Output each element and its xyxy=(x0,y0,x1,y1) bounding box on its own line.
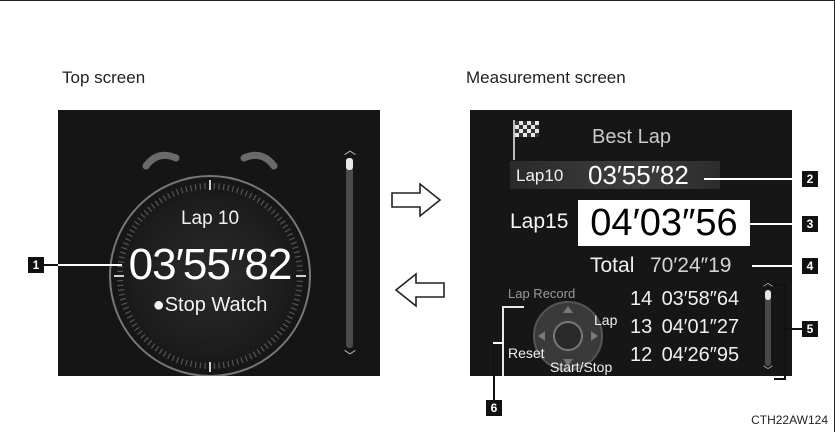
caption-top-screen: Top screen xyxy=(62,68,146,87)
chevron-down-icon[interactable]: ﹀ xyxy=(344,350,356,362)
callout-6: 6 xyxy=(486,400,502,416)
callout-3: 3 xyxy=(802,216,818,232)
record-scrollbar-track[interactable] xyxy=(765,290,771,366)
lap-record-time: 04′01″27 xyxy=(661,316,740,338)
scrollbar-track[interactable] xyxy=(346,158,353,348)
caption-measurement-screen: Measurement screen xyxy=(466,68,626,87)
callout-1: 1 xyxy=(28,257,44,273)
lap-record-row: 14 03′58″64 xyxy=(630,288,739,311)
measurement-screen: Best Lap Lap10 03′55″82 Lap15 04′03″56 T… xyxy=(470,110,792,376)
document-code: CTH22AW124 xyxy=(751,413,828,427)
lap-record-row: 13 04′01″27 xyxy=(630,316,739,339)
chevron-down-icon[interactable]: ﹀ xyxy=(762,366,774,376)
leader-6-top xyxy=(493,342,503,344)
scrollbar-thumb[interactable] xyxy=(346,158,353,170)
best-lap-time: 03′55″82 xyxy=(588,160,689,190)
controls-bracket xyxy=(502,306,524,376)
best-lap-number: Lap10 xyxy=(516,166,564,185)
record-bracket xyxy=(774,284,786,380)
leader-4 xyxy=(752,265,802,267)
lap-record-number: 12 xyxy=(630,344,653,366)
left-bell xyxy=(142,151,180,170)
callout-4: 4 xyxy=(802,258,818,274)
top-lap-time: 03′55″82 xyxy=(128,240,293,289)
record-scrollbar-thumb[interactable] xyxy=(765,290,771,300)
right-bell xyxy=(240,151,278,170)
chevron-up-icon[interactable]: ︿ xyxy=(762,278,774,290)
stopwatch-button[interactable]: ●Stop Watch xyxy=(130,294,290,317)
callout-5: 5 xyxy=(802,321,818,337)
leader-6 xyxy=(493,342,495,400)
top-screen: Lap 10 03′55″82 ●Stop Watch ︿ ﹀ xyxy=(58,110,380,376)
leader-1 xyxy=(58,264,122,266)
leader-5 xyxy=(784,328,802,330)
lap-record-row: 12 04′26″95 xyxy=(630,344,739,367)
best-lap-heading: Best Lap xyxy=(592,126,671,148)
arrow-left-icon xyxy=(394,272,445,308)
total-label: Total xyxy=(590,254,635,277)
current-lap-number: Lap15 xyxy=(510,210,569,233)
current-lap-time: 04′03″56 xyxy=(590,202,738,244)
lap-control-label[interactable]: Lap xyxy=(594,312,617,328)
chevron-up-icon[interactable]: ︿ xyxy=(344,144,356,156)
leader-2 xyxy=(704,178,802,180)
lap-record-time: 03′58″64 xyxy=(661,288,740,310)
lap-record-number: 14 xyxy=(630,288,653,310)
leader-3 xyxy=(750,223,802,225)
start-stop-control-label[interactable]: Start/Stop xyxy=(550,359,612,375)
arrow-right-icon xyxy=(391,182,442,218)
leader-1-outer xyxy=(44,264,58,266)
total-time: 70′24″19 xyxy=(650,254,732,277)
top-lap-label: Lap 10 xyxy=(180,208,240,229)
lap-record-number: 13 xyxy=(630,316,653,338)
callout-2: 2 xyxy=(802,171,818,187)
lap-record-time: 04′26″95 xyxy=(661,344,740,366)
checkered-flag-icon xyxy=(513,120,539,160)
